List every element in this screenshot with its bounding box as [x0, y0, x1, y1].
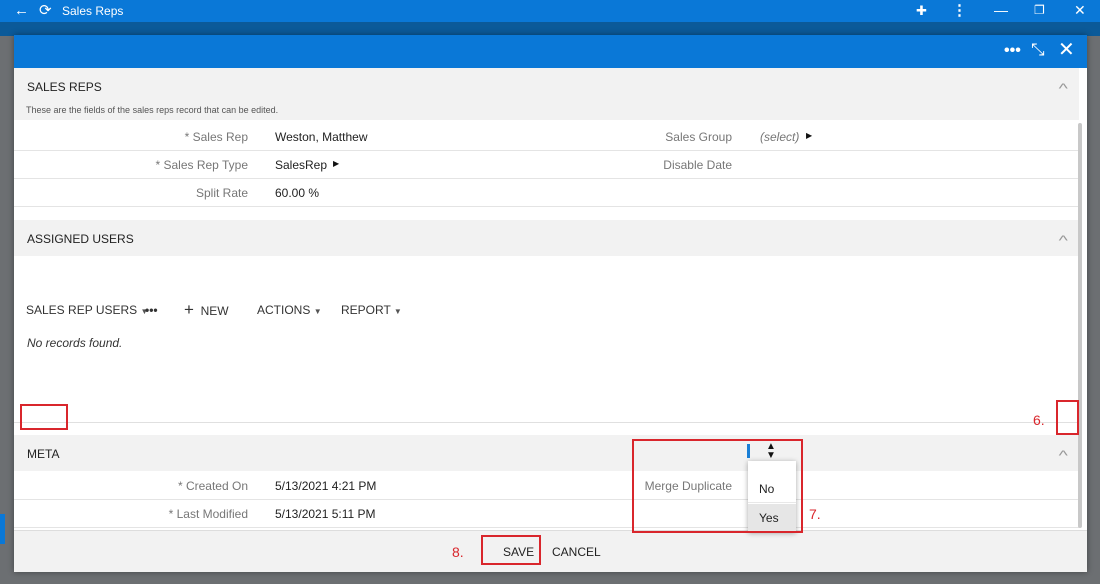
sales-rep-row: * Sales Rep Weston, Matthew Sales Group …: [14, 123, 1079, 151]
sales-rep-type-label: * Sales Rep Type: [155, 158, 248, 172]
split-rate-row: Split Rate 60.00 %: [14, 179, 1079, 207]
last-modified-value: 5/13/2021 5:11 PM: [275, 507, 376, 521]
actions-label: ACTIONS: [257, 303, 311, 317]
view-label: SALES REP USERS: [26, 303, 138, 317]
new-label: NEW: [200, 304, 229, 318]
section-description: These are the fields of the sales reps r…: [26, 105, 279, 115]
divider: [14, 422, 1079, 423]
section-title: SALES REPS: [27, 80, 102, 94]
background-active-tab: [0, 514, 5, 544]
refresh-icon[interactable]: ⟳: [39, 2, 52, 20]
annotation-step-8: 8.: [452, 544, 464, 560]
back-arrow-icon[interactable]: ←: [14, 2, 29, 20]
cancel-button[interactable]: CANCEL: [552, 545, 601, 559]
empty-records-message: No records found.: [27, 336, 123, 350]
window-title: Sales Reps: [62, 4, 124, 18]
dialog-close-icon[interactable]: ✕: [1058, 38, 1075, 62]
report-label: REPORT: [341, 303, 391, 317]
background-bottom-panel: [0, 572, 1100, 584]
created-on-label: * Created On: [177, 479, 248, 493]
minimize-icon[interactable]: —: [994, 2, 1008, 18]
disable-date-label: Disable Date: [663, 158, 732, 172]
window-close-icon[interactable]: ✕: [1074, 2, 1086, 18]
sales-rep-value[interactable]: Weston, Matthew: [275, 130, 367, 144]
restore-icon[interactable]: ❐: [1034, 2, 1045, 18]
section-title: ASSIGNED USERS: [27, 232, 134, 246]
annotation-step-7: 7.: [809, 506, 821, 522]
last-modified-label: * Last Modified: [168, 507, 248, 521]
plus-icon: +: [184, 300, 194, 319]
last-modified-row: * Last Modified 5/13/2021 5:11 PM: [14, 500, 1079, 528]
dialog-more-icon[interactable]: •••: [1004, 41, 1021, 61]
dialog-compress-icon[interactable]: ⤡: [1031, 40, 1045, 60]
sales-rep-users-view-dropdown[interactable]: SALES REP USERS ▼: [26, 303, 148, 319]
split-rate-value[interactable]: 60.00 %: [275, 186, 319, 200]
dialog-footer: SAVE CANCEL: [14, 530, 1087, 572]
sales-group-label: Sales Group: [665, 130, 732, 144]
background-left-panel: [0, 36, 14, 584]
meta-section-header[interactable]: META ^: [14, 435, 1079, 471]
created-on-value: 5/13/2021 4:21 PM: [275, 479, 377, 493]
collapse-chevron-up-icon[interactable]: ^: [1059, 81, 1068, 95]
caret-down-icon: ▼: [393, 307, 402, 316]
kebab-menu-icon[interactable]: ⋮: [952, 2, 967, 20]
more-options-icon[interactable]: •••: [145, 303, 158, 317]
sales-rep-type-value[interactable]: SalesRep: [275, 158, 327, 172]
annotation-box-merge-duplicate: [632, 439, 803, 533]
annotation-box-meta: [20, 404, 68, 430]
annotation-step-6: 6.: [1033, 412, 1045, 428]
created-on-row: * Created On 5/13/2021 4:21 PM Merge Dup…: [14, 472, 1079, 500]
collapse-chevron-up-icon[interactable]: ^: [1059, 233, 1068, 247]
dialog-body[interactable]: SALES REPS ^ These are the fields of the…: [14, 68, 1087, 530]
dialog-header: ••• ⤡ ✕: [14, 35, 1087, 68]
sales-reps-section-header[interactable]: SALES REPS ^ These are the fields of the…: [14, 68, 1079, 120]
caret-down-icon: ▼: [313, 307, 322, 316]
expand-triangle-icon[interactable]: ▶: [333, 159, 339, 169]
expand-triangle-icon[interactable]: ▶: [806, 131, 812, 141]
background-app-header: [0, 22, 1100, 36]
actions-dropdown[interactable]: ACTIONS ▼: [257, 303, 322, 319]
edit-sales-rep-dialog: ••• ⤡ ✕ SALES REPS ^ These are the field…: [14, 35, 1087, 572]
new-button[interactable]: + NEW: [184, 300, 229, 319]
split-rate-label: Split Rate: [195, 186, 248, 200]
section-title: META: [27, 447, 60, 461]
annotation-box-collapse: [1056, 400, 1079, 435]
sales-group-select[interactable]: (select): [760, 130, 799, 144]
sales-rep-type-row: * Sales Rep Type SalesRep ▶ Disable Date: [14, 151, 1079, 179]
assigned-users-section-header[interactable]: ASSIGNED USERS ^: [14, 220, 1079, 256]
window-titlebar: ← ⟳ Sales Reps ✚ ⋮ — ❐ ✕: [0, 0, 1100, 22]
annotation-box-save: [481, 535, 541, 565]
collapse-chevron-up-icon[interactable]: ^: [1059, 448, 1068, 462]
sales-rep-label: * Sales Rep: [184, 130, 248, 144]
vertical-scrollbar[interactable]: [1078, 123, 1082, 528]
report-dropdown[interactable]: REPORT ▼: [341, 303, 402, 319]
extension-puzzle-icon[interactable]: ✚: [916, 3, 927, 19]
background-right-panel: [1087, 36, 1100, 584]
